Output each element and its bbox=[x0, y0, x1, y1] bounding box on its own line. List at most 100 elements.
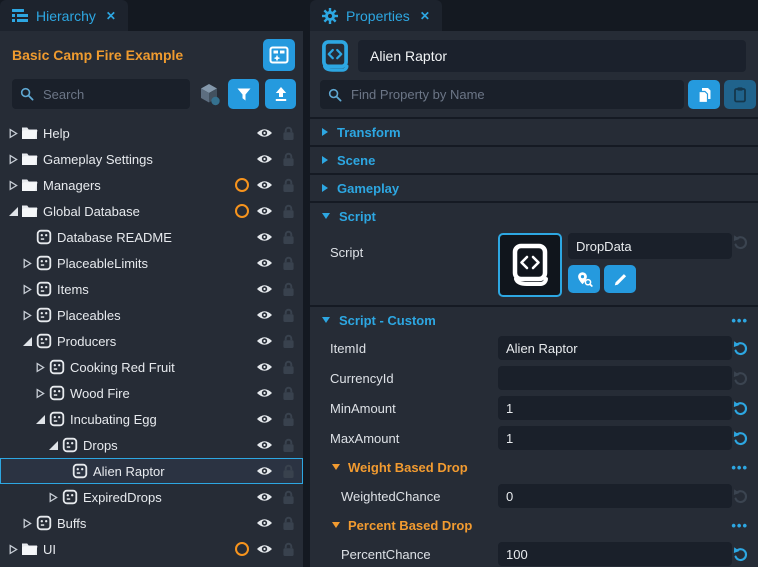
tab-hierarchy[interactable]: Hierarchy ✕ bbox=[0, 0, 128, 31]
property-search-box[interactable] bbox=[320, 80, 684, 109]
lock-icon[interactable] bbox=[282, 516, 295, 531]
visibility-eye-icon[interactable] bbox=[256, 361, 273, 373]
tree-row[interactable]: Help bbox=[0, 120, 303, 146]
lock-icon[interactable] bbox=[282, 256, 295, 271]
lock-icon[interactable] bbox=[282, 282, 295, 297]
lock-icon[interactable] bbox=[282, 438, 295, 453]
property-value-input[interactable] bbox=[498, 336, 732, 360]
lock-icon[interactable] bbox=[282, 334, 295, 349]
expand-arrow-icon[interactable] bbox=[6, 154, 20, 165]
close-icon[interactable]: ✕ bbox=[420, 9, 430, 23]
visibility-eye-icon[interactable] bbox=[256, 439, 273, 451]
expand-arrow-icon[interactable] bbox=[6, 180, 20, 191]
reset-property-icon[interactable] bbox=[732, 339, 749, 357]
tab-properties[interactable]: Properties ✕ bbox=[310, 0, 442, 31]
visibility-eye-icon[interactable] bbox=[256, 465, 273, 477]
object-name-input[interactable] bbox=[358, 40, 746, 72]
tree-row[interactable]: Playerstats bbox=[0, 562, 303, 567]
tree-row[interactable]: PlaceableLimits bbox=[0, 250, 303, 276]
section-menu-dots[interactable]: ••• bbox=[731, 460, 750, 475]
expand-arrow-icon[interactable] bbox=[20, 258, 34, 269]
lock-icon[interactable] bbox=[282, 360, 295, 375]
section-header-scene[interactable]: Scene bbox=[310, 145, 758, 173]
visibility-eye-icon[interactable] bbox=[256, 335, 273, 347]
visibility-eye-icon[interactable] bbox=[256, 127, 273, 139]
tree-row[interactable]: UI bbox=[0, 536, 303, 562]
visibility-eye-icon[interactable] bbox=[256, 517, 273, 529]
tree-row[interactable]: Placeables bbox=[0, 302, 303, 328]
section-menu-dots[interactable]: ••• bbox=[731, 518, 750, 533]
lock-icon[interactable] bbox=[282, 308, 295, 323]
lock-icon[interactable] bbox=[282, 542, 295, 557]
filter-button[interactable] bbox=[228, 79, 259, 109]
tree-row[interactable]: Managers bbox=[0, 172, 303, 198]
lock-icon[interactable] bbox=[282, 152, 295, 167]
tree-row[interactable]: Buffs bbox=[0, 510, 303, 536]
tree-row[interactable]: Wood Fire bbox=[0, 380, 303, 406]
expand-arrow-icon[interactable] bbox=[20, 310, 34, 321]
expand-arrow-icon[interactable] bbox=[20, 284, 34, 295]
visibility-eye-icon[interactable] bbox=[256, 491, 273, 503]
expand-arrow-icon[interactable] bbox=[46, 492, 60, 503]
property-value-input[interactable] bbox=[498, 542, 732, 566]
section-menu-dots[interactable]: ••• bbox=[731, 313, 750, 328]
collapse-arrow-icon[interactable] bbox=[46, 440, 60, 451]
lock-icon[interactable] bbox=[282, 386, 295, 401]
find-script-button[interactable] bbox=[568, 265, 600, 293]
section-header-percent-based-drop[interactable]: Percent Based Drop••• bbox=[310, 511, 758, 539]
hierarchy-search-box[interactable] bbox=[12, 79, 190, 109]
visibility-eye-icon[interactable] bbox=[256, 283, 273, 295]
expand-arrow-icon[interactable] bbox=[6, 544, 20, 555]
expand-arrow-icon[interactable] bbox=[33, 388, 47, 399]
tree-row[interactable]: Items bbox=[0, 276, 303, 302]
lock-icon[interactable] bbox=[282, 230, 295, 245]
script-asset-thumbnail[interactable] bbox=[498, 233, 562, 297]
expand-arrow-icon[interactable] bbox=[33, 362, 47, 373]
visibility-eye-icon[interactable] bbox=[256, 543, 273, 555]
lock-icon[interactable] bbox=[282, 178, 295, 193]
tree-row[interactable]: ExpiredDrops bbox=[0, 484, 303, 510]
section-header-script-custom[interactable]: Script - Custom••• bbox=[310, 305, 758, 333]
lock-icon[interactable] bbox=[282, 204, 295, 219]
tree-row[interactable]: Gameplay Settings bbox=[0, 146, 303, 172]
property-search-input[interactable] bbox=[349, 86, 676, 103]
dynamic-objects-cube-icon[interactable] bbox=[196, 81, 222, 107]
export-button[interactable] bbox=[265, 79, 296, 109]
expand-arrow-icon[interactable] bbox=[6, 128, 20, 139]
visibility-eye-icon[interactable] bbox=[256, 413, 273, 425]
tree-row[interactable]: Alien Raptor bbox=[0, 458, 303, 484]
reset-property-icon[interactable] bbox=[732, 545, 749, 563]
tree-row[interactable]: Global Database bbox=[0, 198, 303, 224]
collapse-arrow-icon[interactable] bbox=[20, 336, 34, 347]
visibility-eye-icon[interactable] bbox=[256, 387, 273, 399]
expand-arrow-icon[interactable] bbox=[20, 518, 34, 529]
visibility-eye-icon[interactable] bbox=[256, 153, 273, 165]
lock-icon[interactable] bbox=[282, 490, 295, 505]
tree-row[interactable]: Drops bbox=[0, 432, 303, 458]
tree-row[interactable]: Producers bbox=[0, 328, 303, 354]
tree-row[interactable]: Cooking Red Fruit bbox=[0, 354, 303, 380]
lock-icon[interactable] bbox=[282, 412, 295, 427]
collapse-arrow-icon[interactable] bbox=[6, 206, 20, 217]
lock-icon[interactable] bbox=[282, 464, 295, 479]
property-value-input[interactable] bbox=[498, 366, 732, 390]
hierarchy-search-input[interactable] bbox=[41, 86, 182, 103]
tree-row[interactable]: Database README bbox=[0, 224, 303, 250]
visibility-eye-icon[interactable] bbox=[256, 179, 273, 191]
reset-property-icon[interactable] bbox=[732, 399, 749, 417]
visibility-eye-icon[interactable] bbox=[256, 257, 273, 269]
create-template-button[interactable] bbox=[263, 39, 295, 71]
close-icon[interactable]: ✕ bbox=[106, 9, 116, 23]
visibility-eye-icon[interactable] bbox=[256, 231, 273, 243]
section-header-weight-based-drop[interactable]: Weight Based Drop••• bbox=[310, 453, 758, 481]
property-value-input[interactable] bbox=[498, 396, 732, 420]
section-header-transform[interactable]: Transform bbox=[310, 117, 758, 145]
visibility-eye-icon[interactable] bbox=[256, 205, 273, 217]
collapse-arrow-icon[interactable] bbox=[33, 414, 47, 425]
property-value-input[interactable] bbox=[498, 484, 732, 508]
section-header-gameplay[interactable]: Gameplay bbox=[310, 173, 758, 201]
section-header-script[interactable]: Script bbox=[310, 201, 758, 229]
lock-icon[interactable] bbox=[282, 126, 295, 141]
tree-row[interactable]: Incubating Egg bbox=[0, 406, 303, 432]
visibility-eye-icon[interactable] bbox=[256, 309, 273, 321]
